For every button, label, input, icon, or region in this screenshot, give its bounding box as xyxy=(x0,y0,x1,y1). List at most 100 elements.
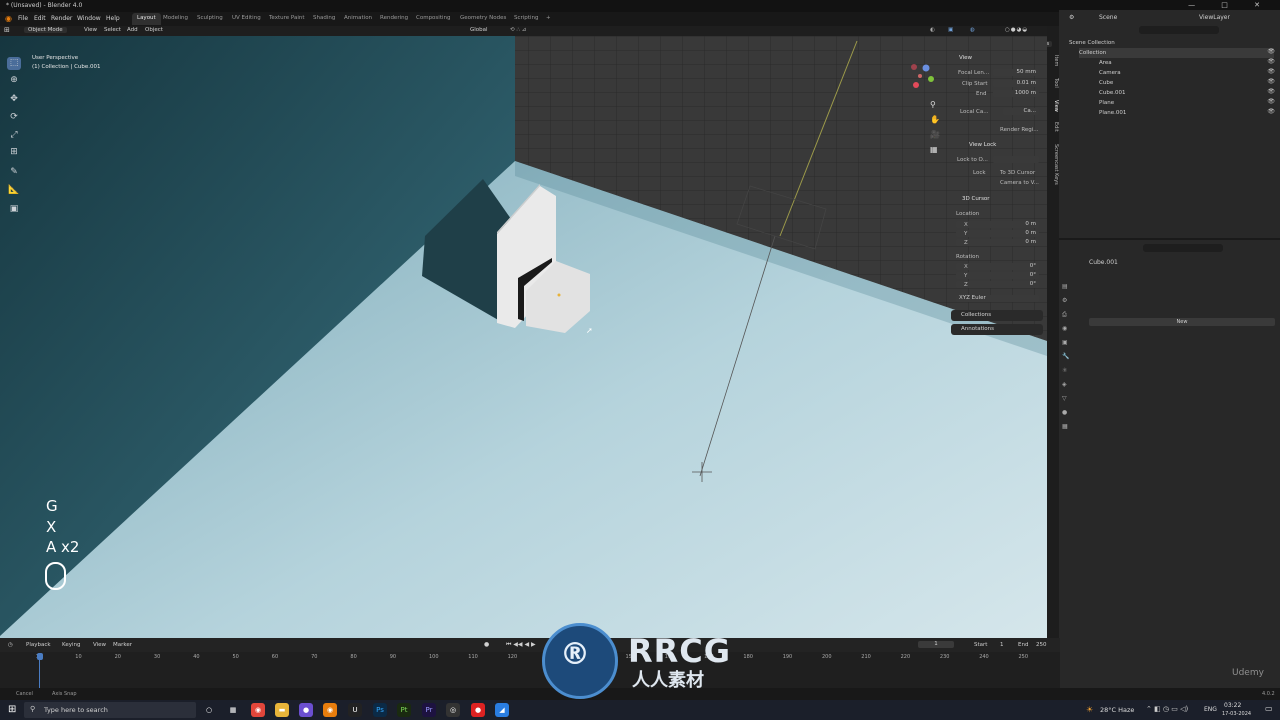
new-material-button[interactable]: New xyxy=(1089,318,1275,326)
timeline-menu-view[interactable]: View xyxy=(93,642,106,648)
photos-icon[interactable]: ◢ xyxy=(495,703,509,717)
tab-texture-paint[interactable]: Texture Paint xyxy=(264,13,310,25)
timeline-menu-playback[interactable]: Playback xyxy=(26,642,51,648)
taskbar-search-input[interactable]: ⚲ Type here to search xyxy=(24,702,196,718)
orientation-select[interactable]: Global xyxy=(470,27,488,33)
scene-select-icon[interactable]: ⚙ xyxy=(1069,14,1074,21)
overlay-toggle-icon[interactable]: ◍ xyxy=(970,27,975,33)
outliner-item[interactable]: Cube xyxy=(1099,78,1113,88)
tab-tool[interactable]: Tool xyxy=(1047,78,1059,88)
davinci-icon[interactable]: ◎ xyxy=(446,703,460,717)
eye-icon[interactable]: 👁 xyxy=(1267,78,1275,85)
annotations-section[interactable]: Annotations xyxy=(951,324,1043,335)
editor-type-icon[interactable]: ⊞ xyxy=(4,26,10,34)
eye-icon[interactable]: 👁 xyxy=(1267,108,1275,115)
tab-shading[interactable]: Shading xyxy=(308,13,340,25)
tab-animation[interactable]: Animation xyxy=(339,13,377,25)
outliner-item[interactable]: Plane xyxy=(1099,98,1114,108)
tab-layout[interactable]: Layout xyxy=(132,13,161,25)
camera-to-view-checkbox[interactable]: Camera to V... xyxy=(1000,180,1039,186)
add-workspace-button[interactable]: + xyxy=(541,13,556,25)
outliner-item[interactable]: Plane.001 xyxy=(1099,108,1126,118)
cursor-loc-x[interactable]: 0 m xyxy=(956,221,1039,228)
outliner-item[interactable]: Cube.001 xyxy=(1099,88,1125,98)
photoshop-icon[interactable]: Ps xyxy=(373,703,387,717)
cursor-loc-z[interactable]: 0 m xyxy=(956,239,1039,246)
outliner-search-input[interactable] xyxy=(1139,26,1219,34)
outliner-item[interactable]: Camera xyxy=(1099,68,1121,78)
playhead[interactable] xyxy=(37,653,43,660)
rotate-tool[interactable]: ⟳ xyxy=(7,111,21,124)
clock-time[interactable]: 03:22 xyxy=(1224,702,1241,709)
timeline-menu-keying[interactable]: Keying xyxy=(62,642,80,648)
app-icon[interactable]: ● xyxy=(299,703,313,717)
language-indicator[interactable]: ENG xyxy=(1204,706,1217,713)
playback-controls-icon[interactable]: ⏮ ◀◀ ◀ ▶ xyxy=(506,641,536,649)
eye-icon[interactable]: 👁 xyxy=(1267,58,1275,65)
start-field[interactable]: 1 xyxy=(1000,642,1004,648)
clip-start-field[interactable]: 0.01 m xyxy=(993,80,1039,87)
record-app-icon[interactable]: ● xyxy=(471,703,485,717)
current-frame-field[interactable]: 1 xyxy=(918,641,954,648)
tab-geometry-nodes[interactable]: Geometry Nodes xyxy=(455,13,511,25)
move-tool[interactable]: ✥ xyxy=(7,93,21,106)
tab-view[interactable]: View xyxy=(1047,100,1059,112)
pivot-icon[interactable]: ⟲ ∴ ⊿ xyxy=(510,27,526,33)
clock-date[interactable]: 17-03-2024 xyxy=(1222,711,1251,717)
properties-search-input[interactable] xyxy=(1143,244,1223,252)
eye-icon[interactable]: 👁 xyxy=(1267,88,1275,95)
painter-icon[interactable]: Pt xyxy=(397,703,411,717)
cursor-rot-x[interactable]: 0° xyxy=(956,263,1039,270)
add-cube-tool[interactable]: ▣ xyxy=(7,203,21,216)
viewport-nav-icons[interactable]: ⚲ ✋ 🎥 ▦ xyxy=(930,97,940,157)
viewport-menu-add[interactable]: Add xyxy=(127,27,138,33)
tab-sculpting[interactable]: Sculpting xyxy=(192,13,228,25)
local-camera-field[interactable]: Ca... xyxy=(1003,108,1039,115)
tab-item[interactable]: Item xyxy=(1047,55,1059,66)
measure-tool[interactable]: 📐 xyxy=(7,184,21,197)
viewlayer-name[interactable]: ViewLayer xyxy=(1199,14,1230,21)
record-icon[interactable]: ● xyxy=(484,641,489,648)
gizmo-toggle-icon[interactable]: ▣ xyxy=(948,27,953,33)
lock-to-object-field[interactable] xyxy=(993,156,1039,163)
tab-modeling[interactable]: Modeling xyxy=(158,13,193,25)
eye-icon[interactable]: 👁 xyxy=(1267,98,1275,105)
cursor-tool[interactable]: ⊕ xyxy=(7,74,21,87)
task-view-icon[interactable]: ○ xyxy=(202,703,216,717)
eye-icon[interactable]: 👁 xyxy=(1267,68,1275,75)
viewport-menu-select[interactable]: Select xyxy=(104,27,121,33)
timeline-editor-icon[interactable]: ◷ xyxy=(8,642,13,648)
to-3d-cursor-checkbox[interactable]: To 3D Cursor xyxy=(1000,170,1035,176)
outliner-scene-collection[interactable]: Scene Collection xyxy=(1069,38,1115,48)
chrome-icon[interactable]: ◉ xyxy=(251,703,265,717)
scene-name[interactable]: Scene xyxy=(1099,14,1117,21)
timeline-menu-marker[interactable]: Marker xyxy=(113,642,132,648)
menu-edit[interactable]: Edit xyxy=(34,15,46,22)
3d-viewport[interactable]: User Perspective (1) Collection | Cube.0… xyxy=(0,36,1047,638)
widgets-icon[interactable]: ▦ xyxy=(226,703,240,717)
file-explorer-icon[interactable]: ▬ xyxy=(275,703,289,717)
rotation-mode-select[interactable]: XYZ Euler xyxy=(956,295,1039,302)
render-region-checkbox[interactable]: Render Regi... xyxy=(1000,127,1039,133)
tab-edit[interactable]: Edit xyxy=(1047,122,1059,132)
outliner-item[interactable]: Area xyxy=(1099,58,1112,68)
end-field[interactable]: 250 xyxy=(1036,642,1047,648)
blender-taskbar-icon[interactable]: ◉ xyxy=(323,703,337,717)
cursor-rot-y[interactable]: 0° xyxy=(956,272,1039,279)
cursor-rot-z[interactable]: 0° xyxy=(956,281,1039,288)
windows-start-icon[interactable]: ⊞ xyxy=(8,704,16,715)
tab-rendering[interactable]: Rendering xyxy=(375,13,413,25)
tab-uv-editing[interactable]: UV Editing xyxy=(227,13,266,25)
select-box-tool[interactable]: ⬚ xyxy=(7,57,21,70)
tab-scripting[interactable]: Scripting xyxy=(509,13,543,25)
view-section-title[interactable]: View xyxy=(959,55,972,61)
viewport-menu-view[interactable]: View xyxy=(84,27,97,33)
outliner-collection[interactable]: Collection xyxy=(1079,48,1274,58)
unreal-icon[interactable]: U xyxy=(348,703,362,717)
menu-window[interactable]: Window xyxy=(77,15,101,22)
tab-compositing[interactable]: Compositing xyxy=(411,13,455,25)
tray-icons[interactable]: ⌃ ◧ ◷ ▭ ◁) xyxy=(1146,705,1188,713)
3d-cursor-title[interactable]: 3D Cursor xyxy=(962,196,990,202)
menu-help[interactable]: Help xyxy=(106,15,120,22)
eye-icon[interactable]: 👁 xyxy=(1267,48,1275,55)
